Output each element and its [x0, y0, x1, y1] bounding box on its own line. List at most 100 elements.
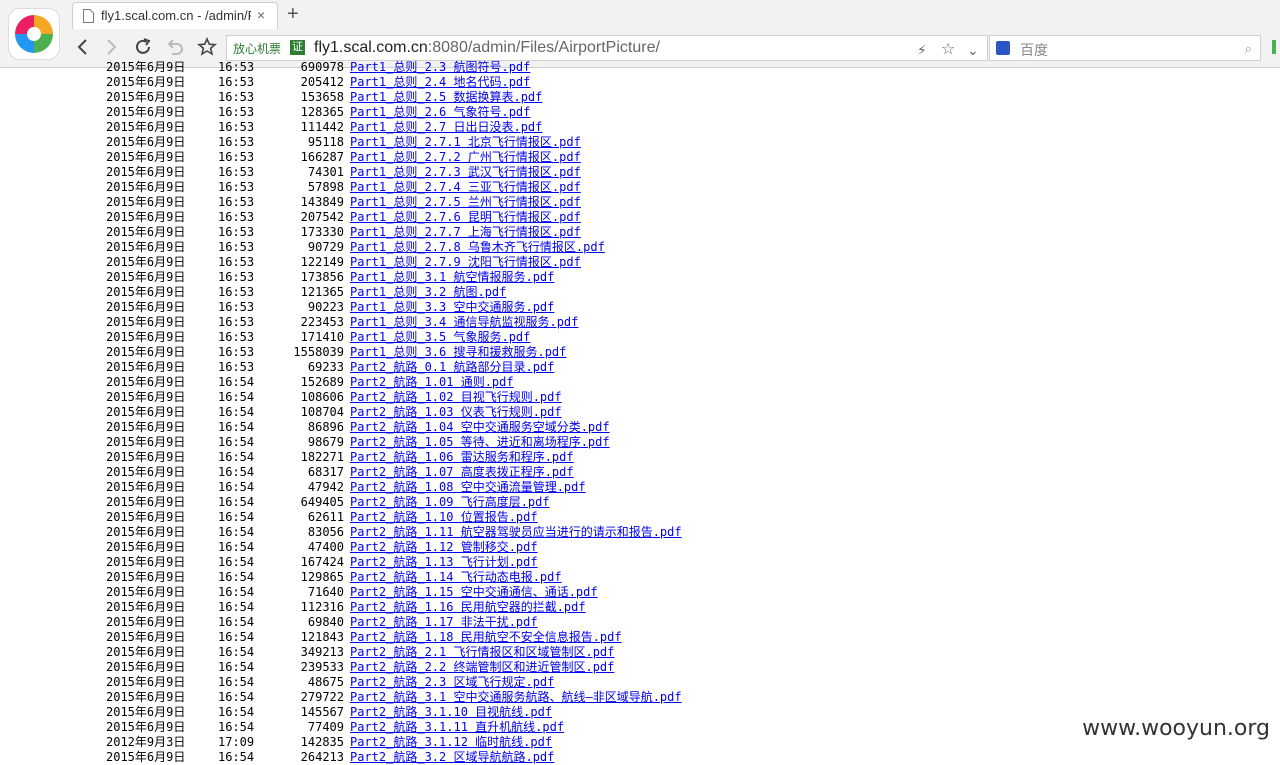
- file-link[interactable]: Part2_航路_1.16 民用航空器的拦截.pdf: [350, 600, 586, 615]
- forward-icon[interactable]: [100, 36, 122, 58]
- file-time: 16:54: [218, 585, 255, 599]
- file-time: 16:54: [218, 555, 255, 569]
- file-link[interactable]: Part2_航路_3.1.12 临时航线.pdf: [350, 735, 552, 750]
- file-link[interactable]: Part1_总则_2.7.2 广州飞行情报区.pdf: [350, 150, 581, 165]
- file-link[interactable]: Part2_航路_2.3 区域飞行规定.pdf: [350, 675, 554, 690]
- tab-close-icon[interactable]: ×: [257, 7, 265, 23]
- file-link[interactable]: Part2_航路_0.1 航路部分目录.pdf: [350, 360, 554, 375]
- file-time: 16:54: [218, 630, 255, 644]
- file-date: 2015年6月9日: [106, 360, 186, 374]
- file-link[interactable]: Part1_总则_2.4 地名代码.pdf: [350, 75, 530, 90]
- file-link[interactable]: Part2_航路_1.03 仪表飞行规则.pdf: [350, 405, 562, 420]
- file-link[interactable]: Part1_总则_2.7.3 武汉飞行情报区.pdf: [350, 165, 581, 180]
- file-size: 62611: [307, 510, 344, 524]
- file-link[interactable]: Part1_总则_3.1 航空情报服务.pdf: [350, 270, 554, 285]
- file-time: 16:54: [218, 465, 255, 479]
- tab-title: fly1.scal.com.cn - /admin/Files/AirportP…: [101, 8, 251, 23]
- file-time: 16:53: [218, 345, 255, 359]
- file-link[interactable]: Part1_总则_2.7.7 上海飞行情报区.pdf: [350, 225, 581, 240]
- file-time: 16:53: [218, 225, 255, 239]
- file-link[interactable]: Part1_总则_3.2 航图.pdf: [350, 285, 506, 300]
- file-link[interactable]: Part2_航路_1.15 空中交通通信、通话.pdf: [350, 585, 598, 600]
- favorite-star-icon[interactable]: ☆: [941, 39, 955, 59]
- trust-badge[interactable]: 放心机票: [233, 40, 281, 57]
- file-size: 47400: [307, 540, 344, 554]
- file-link[interactable]: Part1_总则_2.7.9 沈阳飞行情报区.pdf: [350, 255, 581, 270]
- file-link[interactable]: Part2_航路_1.08 空中交通流量管理.pdf: [350, 480, 586, 495]
- search-box[interactable]: 百度 ⌕: [989, 35, 1261, 61]
- file-date: 2015年6月9日: [106, 450, 186, 464]
- file-link[interactable]: Part1_总则_2.7.8 乌鲁木齐飞行情报区.pdf: [350, 240, 605, 255]
- lightning-icon[interactable]: ⚡: [917, 42, 927, 59]
- file-link[interactable]: Part2_航路_1.06 雷达服务和程序.pdf: [350, 450, 574, 465]
- file-time: 16:53: [218, 135, 255, 149]
- file-link[interactable]: Part1_总则_2.6 气象符号.pdf: [350, 105, 530, 120]
- file-link[interactable]: Part2_航路_1.02 目视飞行规则.pdf: [350, 390, 562, 405]
- file-link[interactable]: Part2_航路_1.01 通则.pdf: [350, 375, 514, 390]
- file-link[interactable]: Part1_总则_3.5 气象服务.pdf: [350, 330, 530, 345]
- file-date: 2015年6月9日: [106, 285, 186, 299]
- file-link[interactable]: Part1_总则_2.5 数据换算表.pdf: [350, 90, 542, 105]
- file-link[interactable]: Part1_总则_3.6 搜寻和援救服务.pdf: [350, 345, 566, 360]
- browser-tab[interactable]: fly1.scal.com.cn - /admin/Files/AirportP…: [72, 2, 278, 29]
- file-date: 2015年6月9日: [106, 540, 186, 554]
- search-input[interactable]: 百度: [1020, 40, 1048, 60]
- new-tab-button[interactable]: +: [287, 3, 299, 26]
- file-link[interactable]: Part2_航路_3.1.11 直升机航线.pdf: [350, 720, 564, 735]
- extension-icon[interactable]: [1272, 40, 1276, 54]
- file-link[interactable]: Part2_航路_1.04 空中交通服务空域分类.pdf: [350, 420, 610, 435]
- file-time: 16:53: [218, 75, 255, 89]
- file-date: 2015年6月9日: [106, 180, 186, 194]
- file-link[interactable]: Part1_总则_2.7.6 昆明飞行情报区.pdf: [350, 210, 581, 225]
- file-date: 2015年6月9日: [106, 135, 186, 149]
- back-icon[interactable]: [72, 36, 94, 58]
- file-size: 153658: [300, 90, 344, 104]
- file-link[interactable]: Part1_总则_2.3 航图符号.pdf: [350, 60, 530, 75]
- file-date: 2015年6月9日: [106, 435, 186, 449]
- file-link[interactable]: Part1_总则_2.7.5 兰州飞行情报区.pdf: [350, 195, 581, 210]
- chevron-down-icon[interactable]: ⌄: [967, 42, 979, 59]
- file-size: 108704: [300, 405, 344, 419]
- file-link[interactable]: Part1_总则_2.7.1 北京飞行情报区.pdf: [350, 135, 581, 150]
- file-link[interactable]: Part1_总则_2.7.4 三亚飞行情报区.pdf: [350, 180, 581, 195]
- file-link[interactable]: Part2_航路_3.1 空中交通服务航路、航线—非区域导航.pdf: [350, 690, 682, 705]
- file-link[interactable]: Part1_总则_2.7 日出日没表.pdf: [350, 120, 542, 135]
- file-date: 2015年6月9日: [106, 510, 186, 524]
- file-link[interactable]: Part2_航路_1.17 非法干扰.pdf: [350, 615, 538, 630]
- file-link[interactable]: Part2_航路_1.14 飞行动态电报.pdf: [350, 570, 562, 585]
- file-time: 16:54: [218, 405, 255, 419]
- file-time: 16:54: [218, 525, 255, 539]
- reload-icon[interactable]: [132, 36, 154, 58]
- file-link[interactable]: Part2_航路_1.09 飞行高度层.pdf: [350, 495, 550, 510]
- file-link[interactable]: Part2_航路_1.10 位置报告.pdf: [350, 510, 538, 525]
- file-link[interactable]: Part2_航路_3.1.10 目视航线.pdf: [350, 705, 552, 720]
- file-size: 166287: [300, 150, 344, 164]
- browser-logo-icon[interactable]: [8, 8, 60, 60]
- bookmark-star-icon[interactable]: [196, 36, 218, 58]
- undo-icon[interactable]: [164, 36, 186, 58]
- file-link[interactable]: Part2_航路_1.12 管制移交.pdf: [350, 540, 538, 555]
- file-size: 98679: [307, 435, 344, 449]
- file-size: 649405: [300, 495, 344, 509]
- certificate-badge-icon[interactable]: 证: [290, 40, 305, 55]
- file-link[interactable]: Part1_总则_3.4 通信导航监视服务.pdf: [350, 315, 578, 330]
- search-icon[interactable]: ⌕: [1245, 41, 1252, 57]
- file-time: 16:53: [218, 330, 255, 344]
- file-size: 142835: [300, 735, 344, 749]
- file-link[interactable]: Part2_航路_1.18 民用航空不安全信息报告.pdf: [350, 630, 622, 645]
- file-size: 264213: [300, 750, 344, 764]
- file-link[interactable]: Part2_航路_3.2 区域导航航路.pdf: [350, 750, 554, 765]
- file-date: 2015年6月9日: [106, 645, 186, 659]
- file-link[interactable]: Part2_航路_1.07 高度表拨正程序.pdf: [350, 465, 574, 480]
- file-link[interactable]: Part1_总则_3.3 空中交通服务.pdf: [350, 300, 554, 315]
- file-link[interactable]: Part2_航路_2.2 终端管制区和进近管制区.pdf: [350, 660, 614, 675]
- file-size: 152689: [300, 375, 344, 389]
- address-bar[interactable]: 放心机票 证 fly1.scal.com.cn:8080/admin/Files…: [226, 35, 988, 61]
- file-link[interactable]: Part2_航路_1.13 飞行计划.pdf: [350, 555, 538, 570]
- file-size: 122149: [300, 255, 344, 269]
- file-link[interactable]: Part2_航路_2.1 飞行情报区和区域管制区.pdf: [350, 645, 614, 660]
- url-text[interactable]: fly1.scal.com.cn:8080/admin/Files/Airpor…: [314, 39, 660, 57]
- file-link[interactable]: Part2_航路_1.11 航空器驾驶员应当进行的请示和报告.pdf: [350, 525, 682, 540]
- file-link[interactable]: Part2_航路_1.05 等待、进近和离场程序.pdf: [350, 435, 610, 450]
- file-size: 143849: [300, 195, 344, 209]
